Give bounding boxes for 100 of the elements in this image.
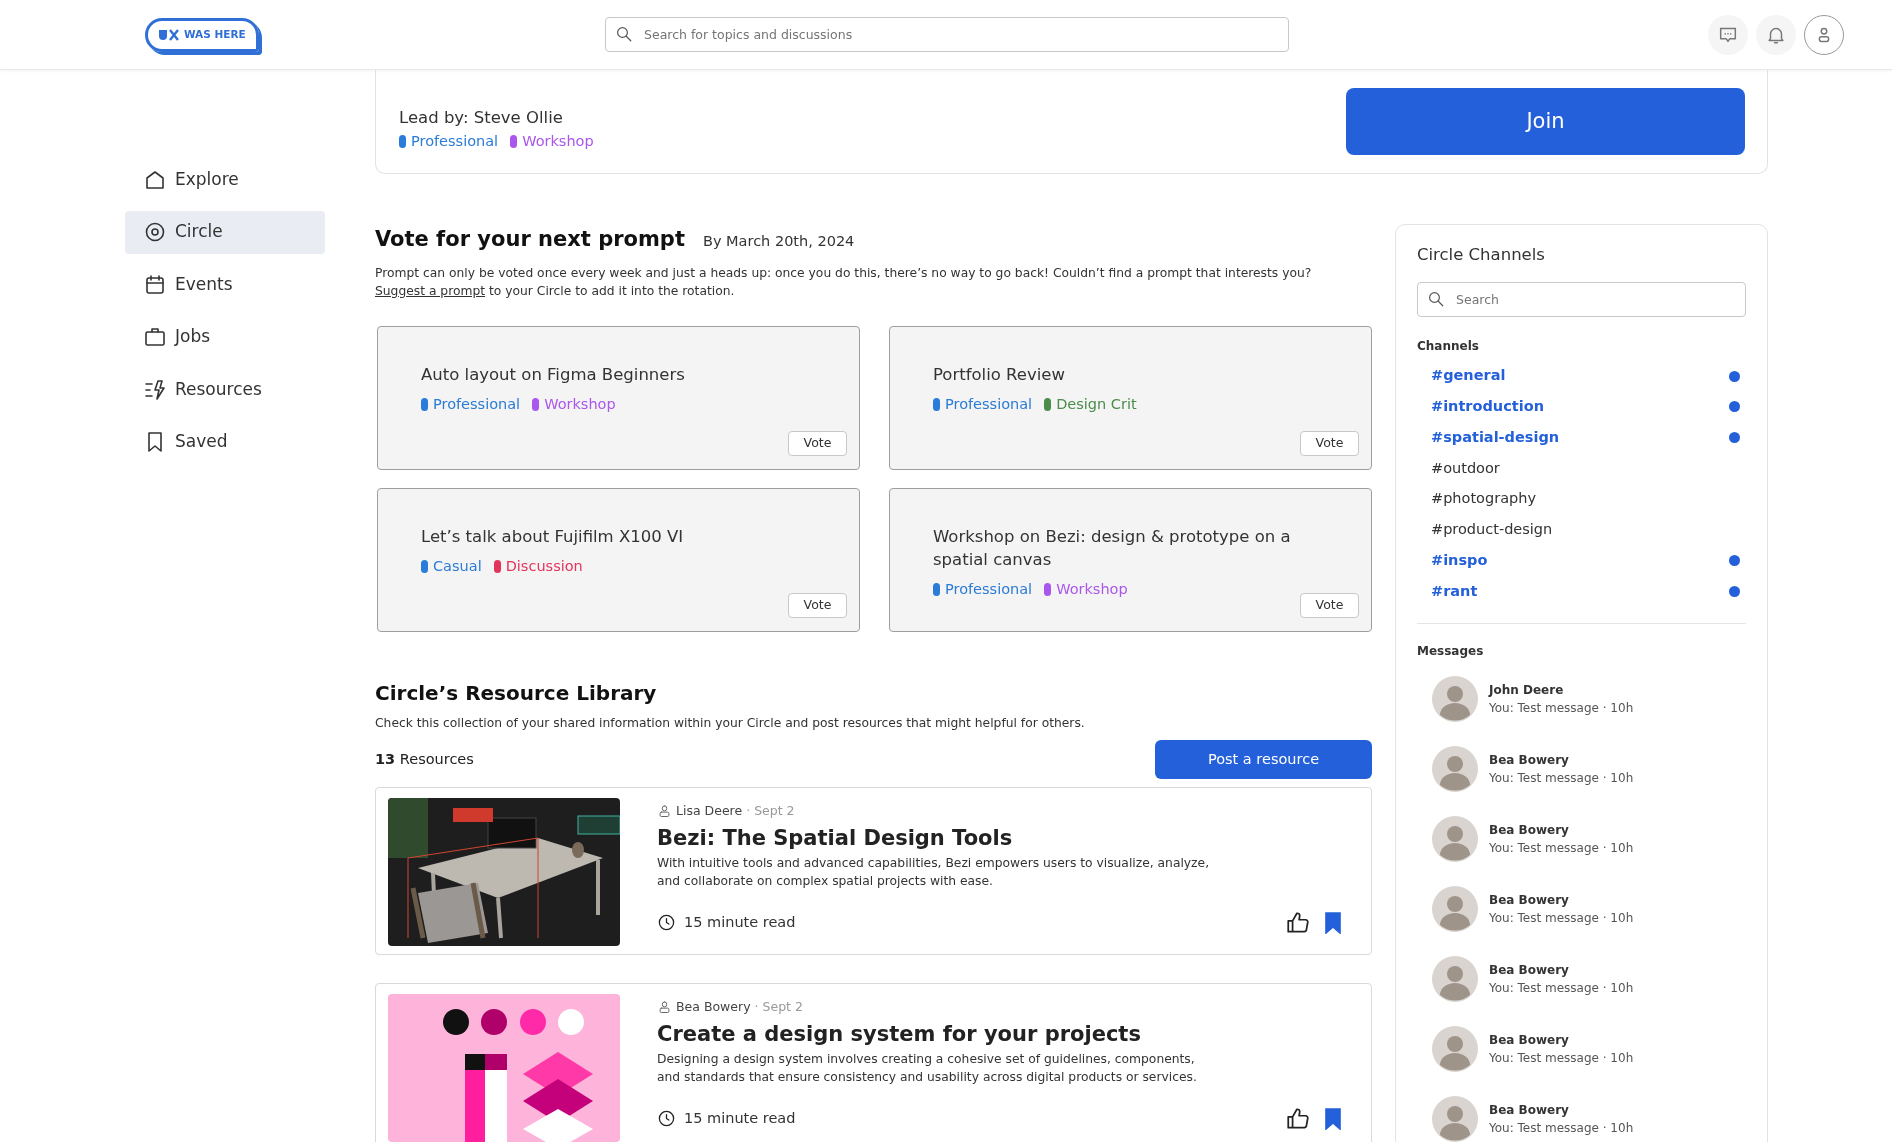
calendar-icon xyxy=(143,272,167,297)
join-button[interactable]: Join xyxy=(1346,88,1745,155)
avatar xyxy=(1432,746,1478,793)
sidebar-item[interactable]: Circle xyxy=(125,210,325,254)
message-item[interactable]: John Deere You: Test message · 10h xyxy=(1417,664,1746,735)
unread-dot xyxy=(1729,555,1740,567)
search-field[interactable]: Search for topics and discussions xyxy=(605,17,1289,52)
tag: Professional xyxy=(399,131,499,153)
author-name: Lisa Deere xyxy=(676,801,743,820)
sender-name: John Deere xyxy=(1489,682,1565,700)
message-item[interactable]: Bea Bowery You: Test message · 10h xyxy=(1417,874,1746,945)
separator-dot: · xyxy=(754,997,759,1016)
message-item[interactable]: Bea Bowery You: Test message · 10h xyxy=(1417,944,1746,1015)
channel-item[interactable]: #outdoor xyxy=(1417,453,1746,484)
channel-item[interactable]: #rant xyxy=(1417,576,1746,608)
resource-count: 13 Resources xyxy=(375,749,474,769)
prompt-title: Let’s talk about Fujifilm X100 VI xyxy=(421,525,685,548)
resource-description: With intuitive tools and advanced capabilities, Bezi empowers users to visualize, analyze, and collaborate on complex spatial projects with ease. xyxy=(657,855,1211,891)
avatar xyxy=(1432,1026,1478,1073)
unread-dot xyxy=(1729,586,1740,598)
channel-item[interactable]: #inspo xyxy=(1417,545,1746,577)
read-time: 15 minute read xyxy=(684,1109,796,1129)
separator-dot: · xyxy=(746,801,751,820)
author-name: Bea Bowery xyxy=(676,997,751,1016)
clock-icon xyxy=(657,913,676,933)
sender-name: Bea Bowery xyxy=(1489,1032,1570,1050)
user-icon xyxy=(657,803,672,819)
message-preview: You: Test message · 10h xyxy=(1489,700,1634,718)
chat-button[interactable] xyxy=(1708,14,1748,55)
vote-button[interactable]: Vote xyxy=(788,592,847,618)
logo-icon xyxy=(158,28,180,41)
sender-name: Bea Bowery xyxy=(1489,962,1570,980)
prompt-title: Portfolio Review xyxy=(933,363,1066,386)
prompt-title: Workshop on Bezi: design & prototype on a spatial canvas xyxy=(933,525,1292,571)
unread-dot xyxy=(1729,401,1740,413)
message-item[interactable]: Bea Bowery You: Test message · 10h xyxy=(1417,1084,1746,1142)
channel-item[interactable]: #product-design xyxy=(1417,514,1746,546)
panel-title: Circle Channels xyxy=(1417,244,1546,266)
search-icon xyxy=(1427,289,1445,308)
channel-item[interactable]: #introduction xyxy=(1417,391,1746,423)
clock-icon xyxy=(657,1109,676,1129)
sidebar-item[interactable]: Resources xyxy=(125,368,325,411)
sidebar-item[interactable]: Explore xyxy=(125,158,325,201)
message-preview: You: Test message · 10h xyxy=(1489,1050,1634,1068)
post-resource-button[interactable]: Post a resource xyxy=(1155,739,1372,779)
deadline-text: By March 20th, 2024 xyxy=(702,232,855,251)
tag: Workshop xyxy=(532,393,616,416)
thumbs-up-icon[interactable] xyxy=(1285,1105,1311,1132)
avatar xyxy=(1432,676,1478,723)
message-preview: You: Test message · 10h xyxy=(1489,910,1634,928)
sender-name: Bea Bowery xyxy=(1489,892,1570,910)
channel-item[interactable]: #photography xyxy=(1417,483,1746,515)
bookmark-icon[interactable] xyxy=(1323,1107,1343,1130)
post-date: Sept 2 xyxy=(762,997,803,1016)
profile-button[interactable] xyxy=(1804,14,1844,55)
message-item[interactable]: Bea Bowery You: Test message · 10h xyxy=(1417,734,1746,805)
resource-title[interactable]: Bezi: The Spatial Design Tools xyxy=(657,822,1359,855)
logo[interactable]: WAS HERE xyxy=(145,17,259,52)
resources-icon xyxy=(143,377,167,402)
tag: Workshop xyxy=(1044,578,1128,601)
target-icon xyxy=(143,220,167,244)
message-preview: You: Test message · 10h xyxy=(1489,980,1634,998)
description-text: Check this collection of your shared information within your Circle and post resources that might helpful for others. xyxy=(375,714,1086,732)
prompt-title: Auto layout on Figma Beginners xyxy=(421,363,686,386)
sender-name: Bea Bowery xyxy=(1489,1102,1570,1120)
avatar xyxy=(1432,816,1478,863)
user-icon xyxy=(657,999,672,1015)
section-title: Vote for your next prompt xyxy=(375,226,685,253)
search-field[interactable]: Search xyxy=(1417,281,1746,317)
lead-text: Lead by: Steve Ollie xyxy=(399,107,564,130)
channel-item[interactable]: #general xyxy=(1417,360,1746,392)
vote-button[interactable]: Vote xyxy=(788,430,847,456)
message-item[interactable]: Bea Bowery You: Test message · 10h xyxy=(1417,804,1746,875)
tag: Design Crit xyxy=(1044,393,1137,416)
vote-button[interactable]: Vote xyxy=(1300,592,1359,618)
tag: Casual xyxy=(421,555,482,578)
bookmark-icon[interactable] xyxy=(1323,911,1343,934)
section-label: Channels xyxy=(1417,337,1480,355)
sidebar-item[interactable]: Events xyxy=(125,263,325,306)
vote-button[interactable]: Vote xyxy=(1300,430,1359,456)
sender-name: Bea Bowery xyxy=(1489,822,1570,840)
message-item[interactable]: Bea Bowery You: Test message · 10h xyxy=(1417,1014,1746,1085)
message-preview: You: Test message · 10h xyxy=(1489,840,1634,858)
suggest-link[interactable]: Suggest a prompt xyxy=(375,283,486,298)
description-text: Prompt can only be voted once every week and just a heads up: once you do this, there’s no way to go back! Couldn’t find a prompt that interests you? Suggest a prompt to your Circle to add it into the rotation. xyxy=(375,264,1313,300)
post-date: Sept 2 xyxy=(754,801,795,820)
sidebar-item[interactable]: Jobs xyxy=(125,315,325,359)
sidebar-item[interactable]: Saved xyxy=(125,420,325,464)
message-preview: You: Test message · 10h xyxy=(1489,1120,1634,1138)
tag: Professional xyxy=(933,578,1033,601)
resource-title[interactable]: Create a design system for your projects xyxy=(657,1018,1359,1051)
section-title: Circle’s Resource Library xyxy=(375,679,658,707)
tag: Discussion xyxy=(493,555,583,578)
tag: Professional xyxy=(933,393,1033,416)
message-preview: You: Test message · 10h xyxy=(1489,770,1634,788)
thumbs-up-icon[interactable] xyxy=(1285,909,1311,936)
notifications-button[interactable] xyxy=(1756,14,1796,55)
channel-item[interactable]: #spatial-design xyxy=(1417,422,1746,454)
unread-dot xyxy=(1729,370,1740,382)
avatar xyxy=(1432,886,1478,933)
